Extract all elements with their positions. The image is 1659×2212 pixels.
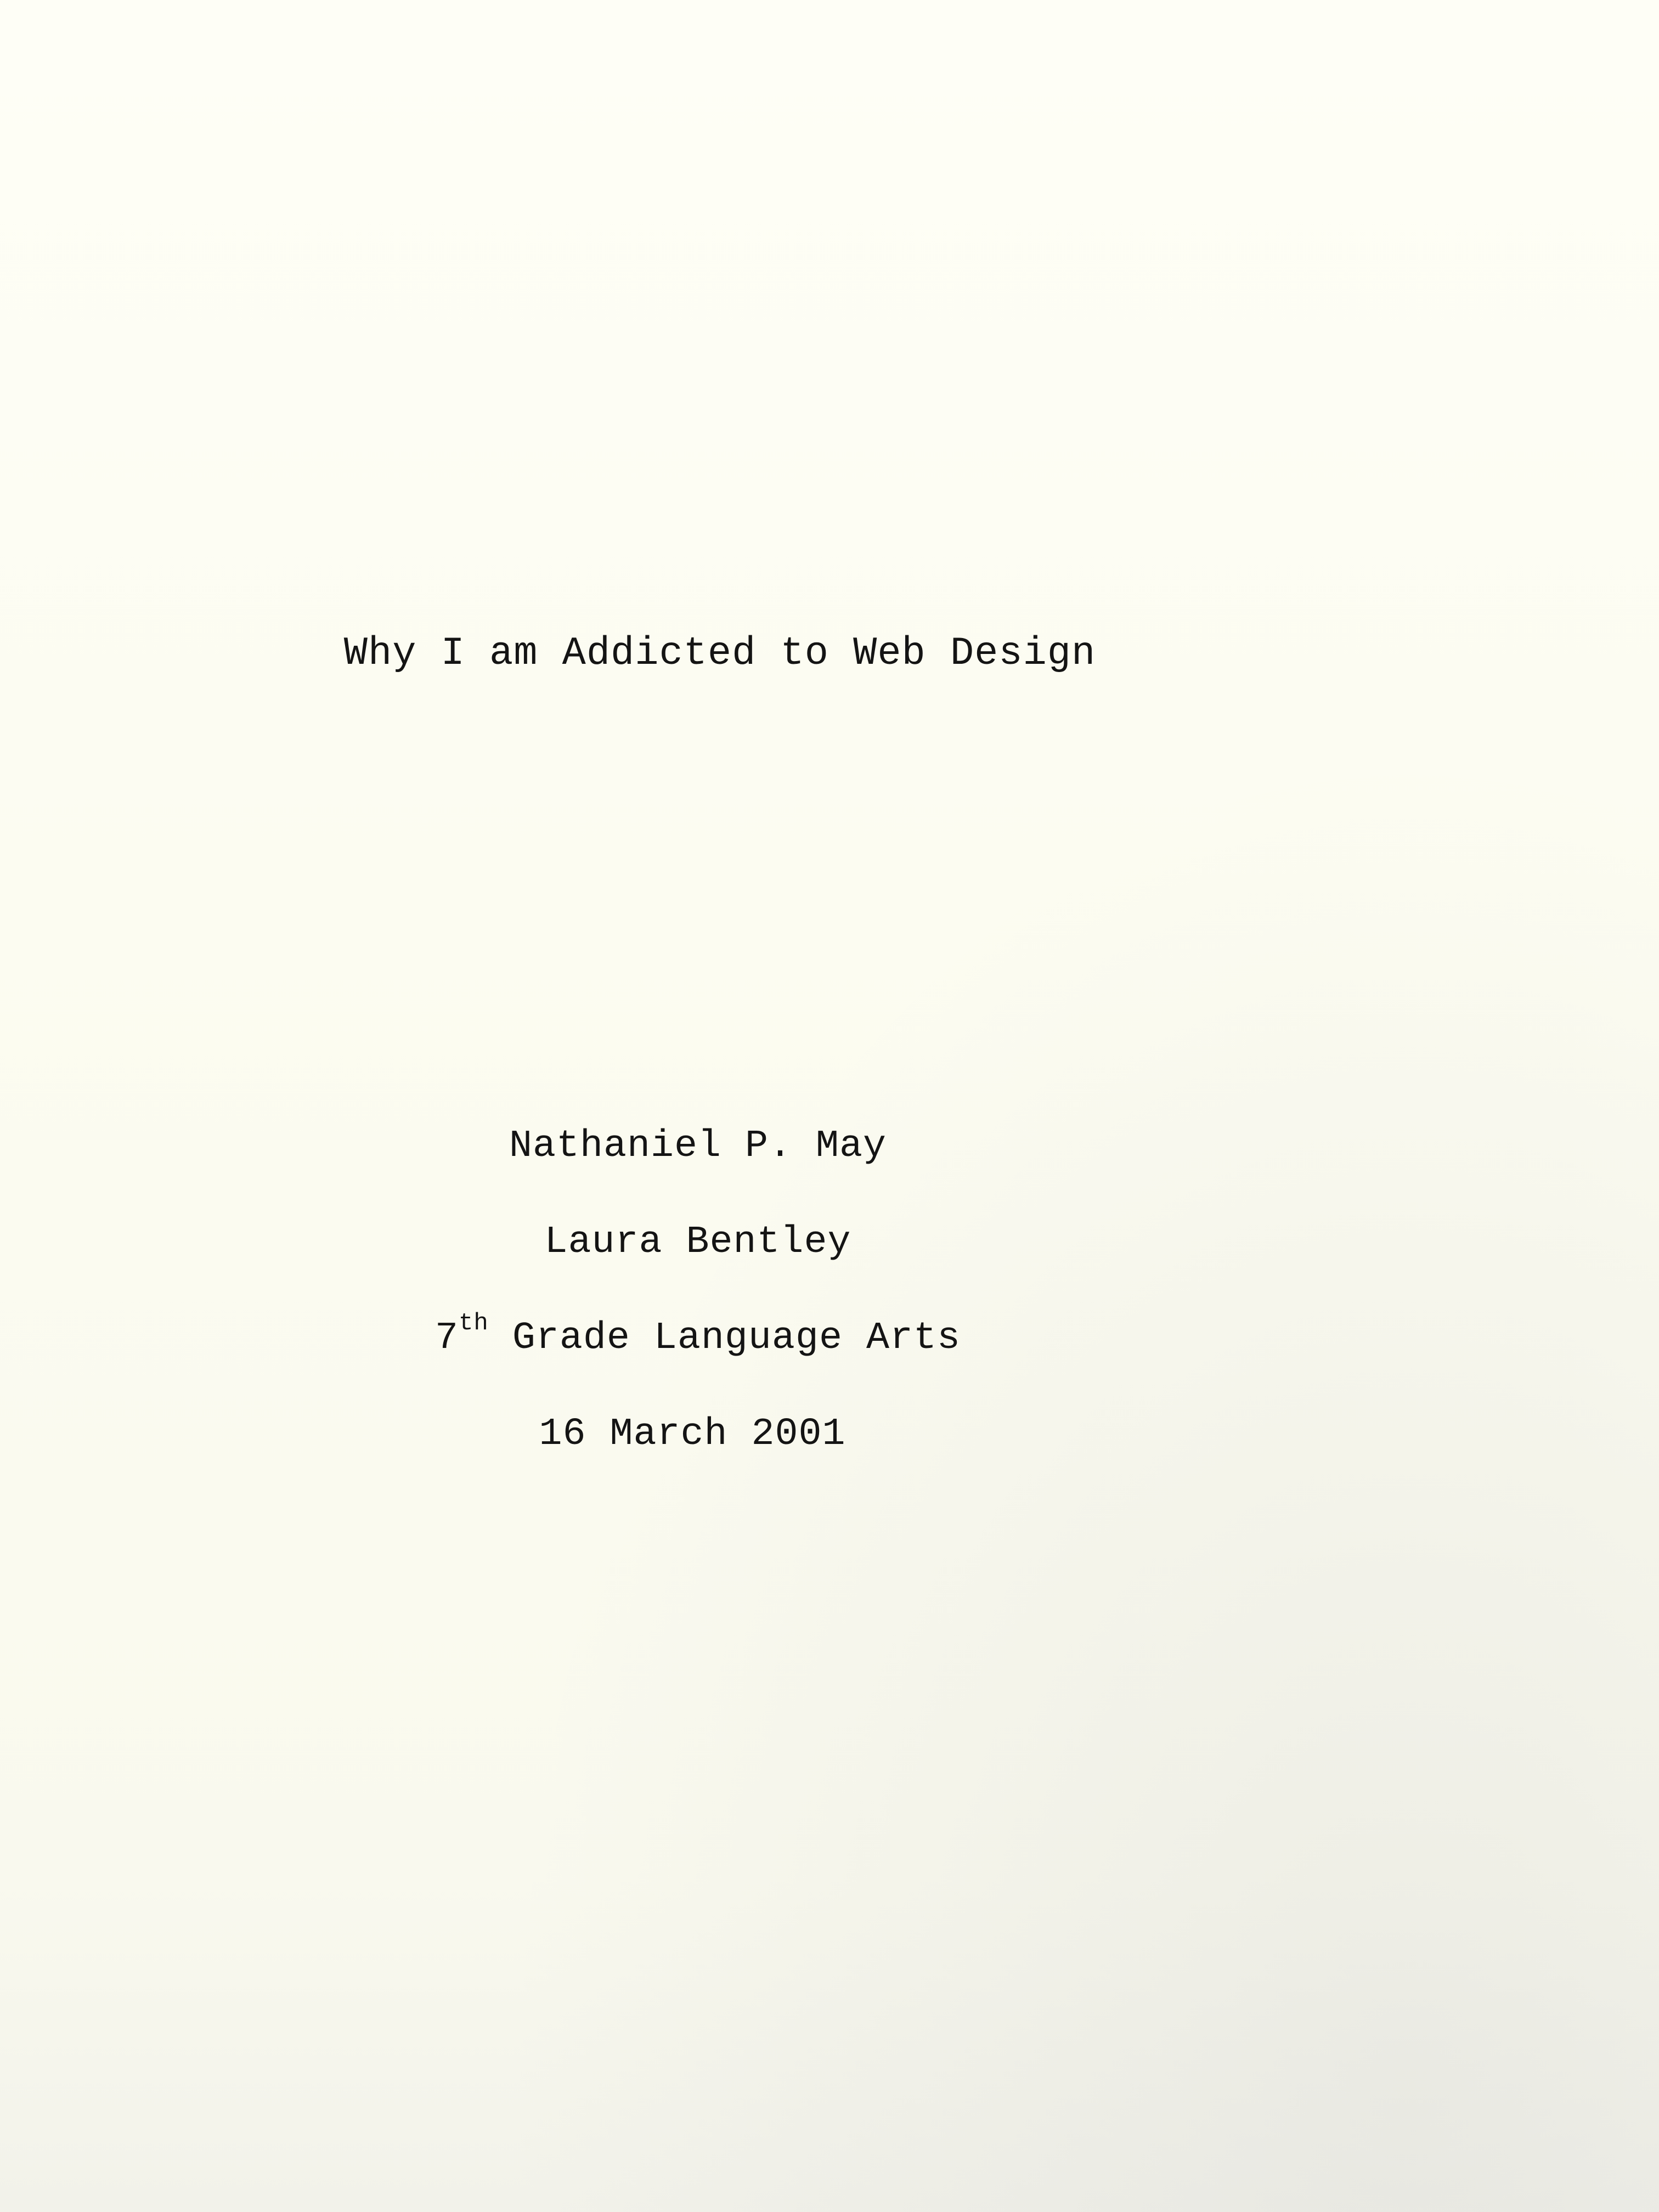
grade-ordinal-suffix: th (459, 1310, 489, 1337)
page-shadow (0, 0, 1659, 2212)
author-name: Nathaniel P. May (509, 1125, 887, 1168)
course-name: 7th Grade Language Arts (0, 1311, 1527, 1360)
teacher-name: Laura Bentley (544, 1221, 851, 1264)
essay-title: Why I am Addicted to Web Design (343, 631, 1096, 676)
grade-number: 7 (435, 1317, 459, 1360)
course-title: Grade Language Arts (488, 1317, 961, 1360)
essay-date: 16 March 2001 (539, 1413, 846, 1456)
